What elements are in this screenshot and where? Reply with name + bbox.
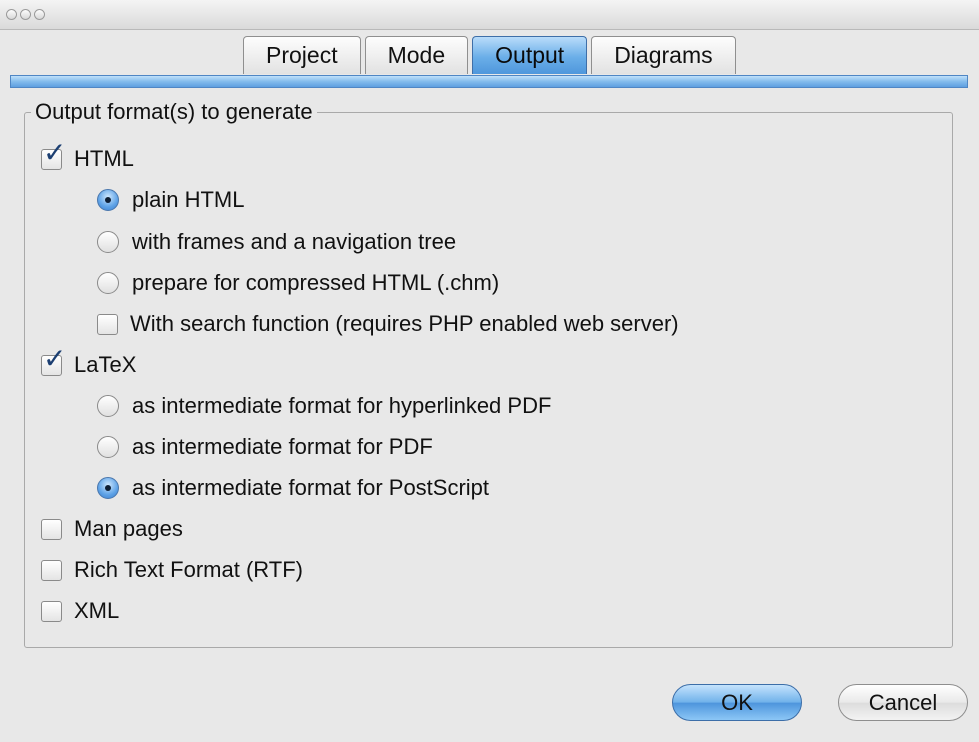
- pdf-radio-row[interactable]: as intermediate format for PDF: [97, 435, 433, 459]
- doxywizard-window: Project Mode Output Diagrams Output form…: [0, 0, 979, 742]
- man-pages-label: Man pages: [74, 516, 183, 541]
- search-function-label: With search function (requires PHP enabl…: [130, 311, 679, 336]
- group-title: Output format(s) to generate: [31, 99, 317, 125]
- html-label: HTML: [74, 146, 134, 171]
- plain-html-radio[interactable]: [97, 189, 119, 211]
- latex-label: LaTeX: [74, 352, 137, 377]
- title-bar: [0, 0, 979, 30]
- ok-button[interactable]: OK: [672, 684, 802, 721]
- postscript-label: as intermediate format for PostScript: [132, 475, 490, 500]
- tab-project[interactable]: Project: [243, 36, 361, 74]
- hyperlinked-pdf-radio[interactable]: [97, 395, 119, 417]
- pdf-radio[interactable]: [97, 436, 119, 458]
- html-checkbox-row[interactable]: HTML: [41, 141, 134, 171]
- search-checkbox-row[interactable]: With search function (requires PHP enabl…: [97, 312, 679, 336]
- tab-mode[interactable]: Mode: [364, 36, 469, 74]
- tab-diagrams[interactable]: Diagrams: [591, 36, 736, 74]
- frames-radio[interactable]: [97, 231, 119, 253]
- rtf-checkbox-row[interactable]: Rich Text Format (RTF): [41, 558, 303, 582]
- cancel-button[interactable]: Cancel: [838, 684, 968, 721]
- chm-radio-row[interactable]: prepare for compressed HTML (.chm): [97, 271, 499, 295]
- frames-label: with frames and a navigation tree: [132, 229, 457, 254]
- tab-output[interactable]: Output: [472, 36, 588, 74]
- pdf-label: as intermediate format for PDF: [132, 434, 433, 459]
- minimize-window-icon[interactable]: [20, 9, 31, 20]
- close-window-icon[interactable]: [6, 9, 17, 20]
- man-pages-checkbox[interactable]: [41, 518, 62, 540]
- hyperlinked-pdf-label: as intermediate format for hyperlinked P…: [132, 393, 552, 418]
- window-controls: [6, 9, 45, 20]
- postscript-radio[interactable]: [97, 477, 119, 499]
- plain-html-label: plain HTML: [132, 187, 245, 212]
- latex-checkbox-row[interactable]: LaTeX: [41, 347, 137, 377]
- rtf-label: Rich Text Format (RTF): [74, 557, 303, 582]
- tab-bar: Project Mode Output Diagrams: [243, 36, 740, 76]
- html-checkbox[interactable]: [41, 141, 66, 170]
- latex-checkbox[interactable]: [41, 347, 66, 376]
- xml-checkbox[interactable]: [41, 600, 62, 622]
- xml-label: XML: [74, 598, 120, 623]
- postscript-radio-row[interactable]: as intermediate format for PostScript: [97, 476, 489, 500]
- hyperlinked-pdf-radio-row[interactable]: as intermediate format for hyperlinked P…: [97, 394, 551, 418]
- search-function-checkbox[interactable]: [97, 313, 118, 335]
- plain-html-radio-row[interactable]: plain HTML: [97, 188, 244, 212]
- chm-label: prepare for compressed HTML (.chm): [132, 270, 500, 295]
- frames-radio-row[interactable]: with frames and a navigation tree: [97, 230, 456, 254]
- xml-checkbox-row[interactable]: XML: [41, 599, 119, 623]
- chm-radio[interactable]: [97, 272, 119, 294]
- man-pages-checkbox-row[interactable]: Man pages: [41, 517, 183, 541]
- tab-pane-separator: [10, 75, 968, 88]
- rtf-checkbox[interactable]: [41, 559, 62, 581]
- zoom-window-icon[interactable]: [34, 9, 45, 20]
